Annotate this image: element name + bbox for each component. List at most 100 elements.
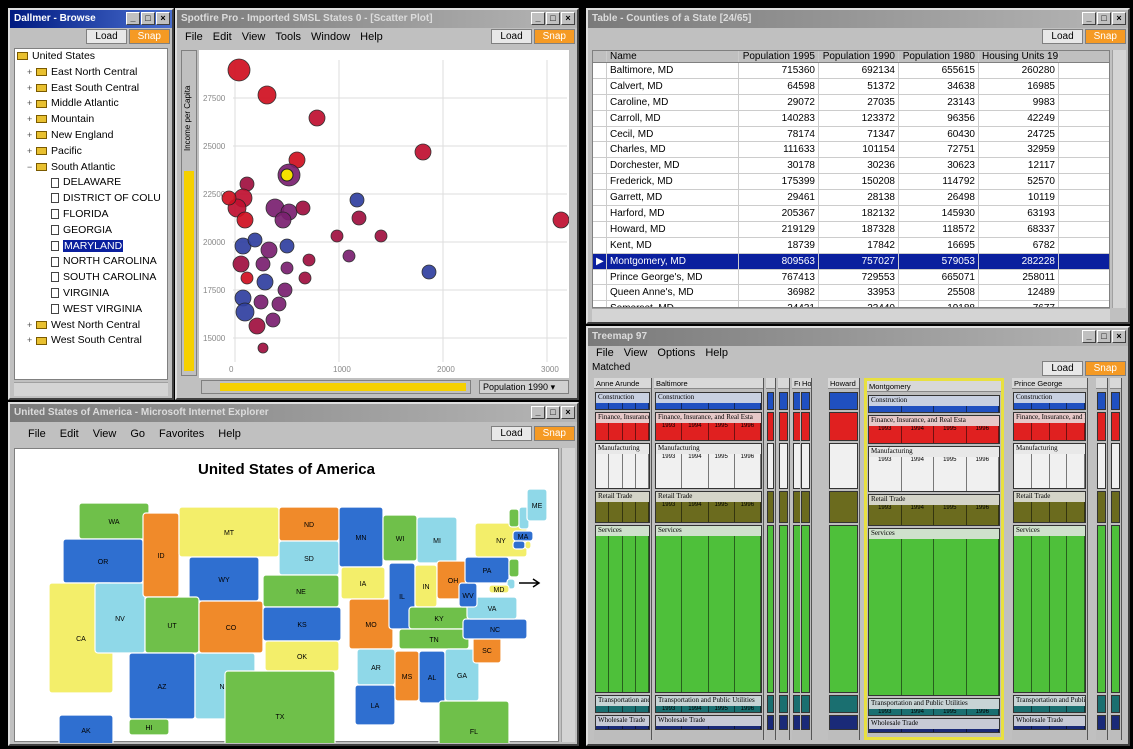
load-button[interactable]: Load [1042,361,1083,376]
treemap-cell[interactable]: Finance, Insurance, and Real Esta [595,412,650,441]
expand-icon[interactable]: + [27,128,36,144]
treemap-cell[interactable] [1097,715,1106,730]
scatter-point[interactable] [349,192,365,208]
treemap-cell[interactable]: Wholesale Trade [1013,715,1086,730]
expand-icon[interactable]: + [27,65,36,81]
tree-item[interactable]: WEST VIRGINIA [15,302,167,318]
state-al[interactable]: AL [418,650,446,704]
treemap-cell[interactable] [779,695,788,713]
scatter-point[interactable] [279,238,295,254]
state-ms[interactable]: MS [394,650,420,702]
treemap-cell[interactable] [1097,392,1106,410]
scatter-plot[interactable]: 2750025000225002000017500150000 1000 2000 3… [199,50,569,378]
treemap-cell[interactable] [829,443,858,489]
expand-icon[interactable]: + [27,81,36,97]
treemap-cell[interactable] [801,392,810,410]
menu-item[interactable]: Edit [60,422,79,446]
treemap-cell[interactable] [1097,525,1106,693]
treemap-cell[interactable]: Manufacturing 1993 1994 1995 1996 [868,446,1000,492]
snap-button[interactable]: Snap [1084,361,1126,376]
state-wi[interactable]: WI [382,514,418,562]
state-az[interactable]: AZ [128,652,196,720]
tree-item[interactable]: United States [15,49,167,65]
load-button[interactable]: Load [86,29,127,44]
treemap-cell[interactable]: Retail Trade [595,491,650,523]
minimize-icon[interactable]: _ [1082,12,1096,25]
state-ok[interactable]: OK [264,640,340,672]
table-row[interactable]: Garrett, MD 29461 28138 26498 10119 [593,190,1109,207]
menu-item[interactable]: Tools [275,28,301,46]
load-button[interactable]: Load [1042,29,1083,44]
menu-item[interactable]: File [185,28,203,46]
menu-item[interactable]: View [624,346,648,360]
treemap-cell[interactable] [767,412,774,441]
scatter-point[interactable] [221,190,237,206]
treemap-cell[interactable]: Services [868,528,1000,696]
scatter-point[interactable] [248,317,266,335]
state-ut[interactable]: UT [144,596,200,654]
treemap-cell[interactable] [829,392,858,410]
tree-item[interactable]: SOUTH CAROLINA [15,270,167,286]
treemap-cell[interactable]: Construction [1013,392,1086,410]
close-icon[interactable]: × [1112,12,1126,25]
column-header[interactable]: Population 1980 [899,51,979,62]
maximize-icon[interactable]: □ [546,12,560,25]
state-ky[interactable]: KY [408,606,470,630]
treemap-column[interactable]: Prince George Construction Finance, Insura… [1012,378,1088,740]
treemap-cell[interactable]: Services [655,525,762,693]
treemap-cell[interactable] [801,525,810,693]
scatter-point[interactable] [330,229,344,243]
scatter-point[interactable] [257,85,277,105]
menu-item[interactable]: Window [311,28,350,46]
treemap-cell[interactable] [1111,443,1120,489]
column-header[interactable]: Housing Units 1990 [979,51,1059,62]
scatter-point[interactable] [342,249,356,263]
treemap[interactable]: Anne Arunde Construction Finance, Insuranc… [594,378,1122,740]
maximize-icon[interactable]: □ [546,406,560,419]
treemap-cell[interactable] [801,695,810,713]
state-co[interactable]: CO [198,600,264,654]
scatter-point[interactable] [295,200,311,216]
state-sd[interactable]: SD [278,540,340,576]
tree-item[interactable]: − South Atlantic [15,160,167,176]
scatter-point[interactable] [265,312,281,328]
minimize-icon[interactable]: _ [126,12,140,25]
maximize-icon[interactable]: □ [141,12,155,25]
treemap-cell[interactable] [829,715,858,730]
state-nd[interactable]: ND [278,506,340,542]
scatter-point[interactable] [308,109,326,127]
table-row[interactable]: Queen Anne's, MD 36982 33953 25508 12489 [593,285,1109,302]
state-sc[interactable]: SC [472,636,502,664]
scatter-point[interactable] [351,210,367,226]
table-row[interactable]: Dorchester, MD 30178 30236 30623 12117 [593,158,1109,175]
state-ak[interactable]: AK [58,714,114,743]
vertical-scrollbar[interactable] [1112,50,1126,308]
treemap-cell[interactable]: Manufacturing [1013,443,1086,489]
treemap-cell[interactable]: Services [595,525,650,693]
tree-item[interactable]: FLORIDA [15,207,167,223]
treemap-cell[interactable] [1097,412,1106,441]
snap-button[interactable]: Snap [1084,29,1126,44]
selected-point[interactable] [280,168,294,182]
treemap-cell[interactable] [801,491,810,523]
tree-item[interactable]: + Pacific [15,144,167,160]
treemap-column[interactable] [1096,378,1108,740]
state-or[interactable]: OR [62,538,144,584]
treemap-cell[interactable]: Transportation and Public Utilities [1013,695,1086,713]
y-slider[interactable]: Income per Capita [181,50,197,376]
scatter-point[interactable] [302,253,316,267]
table-row[interactable]: Caroline, MD 29072 27035 23143 9983 [593,94,1109,111]
treemap-cell[interactable] [1111,491,1120,523]
treemap-cell[interactable]: Transportation and Public Utilities 1993 1… [655,695,762,713]
treemap-cell[interactable] [779,412,788,441]
close-icon[interactable]: × [561,406,575,419]
treemap-cell[interactable]: Transportation and Public Utilities [595,695,650,713]
menu-item[interactable]: View [93,422,117,446]
state-me[interactable]: ME [526,488,548,522]
tree-item[interactable]: + West South Central [15,333,167,349]
tree-item[interactable]: + New England [15,128,167,144]
scatter-point[interactable] [552,211,569,229]
scatter-point[interactable] [227,58,251,82]
horizontal-scrollbar[interactable] [592,308,1110,322]
menu-item[interactable]: File [28,422,46,446]
